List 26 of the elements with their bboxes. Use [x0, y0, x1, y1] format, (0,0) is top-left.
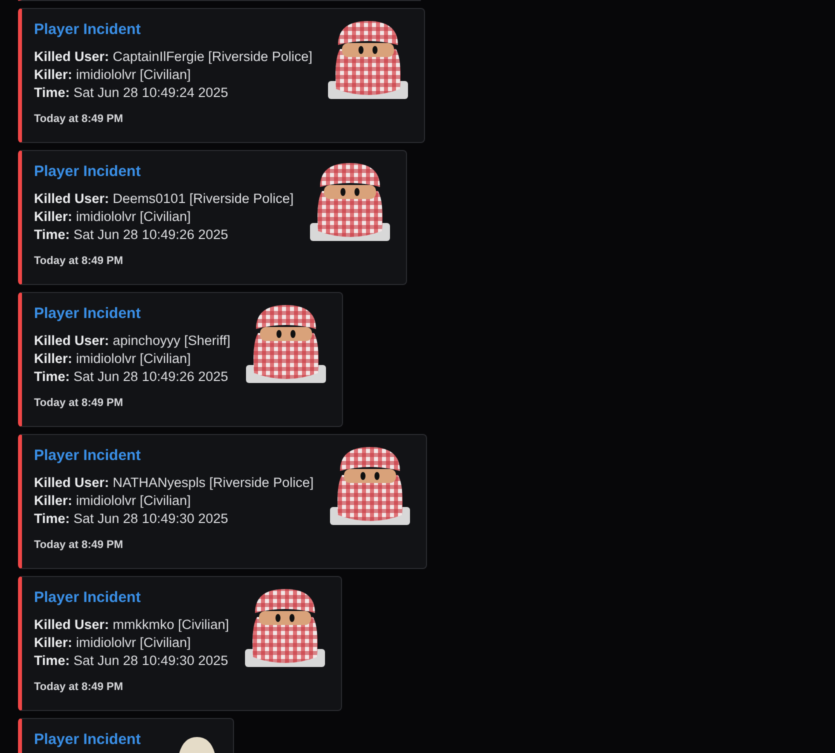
field-line: Time: Sat Jun 28 10:49:30 2025: [34, 652, 230, 670]
field-line: Killer: imidiololvr [Civilian]: [34, 66, 192, 84]
field-line: Time: Sat Jun 28 10:49:26 2025: [34, 226, 230, 244]
embed-title[interactable]: Player Incident: [34, 446, 314, 466]
embed-title[interactable]: Player Incident: [34, 20, 312, 40]
embed-timestamp: Today at 8:49 PM: [34, 538, 124, 552]
field-line: Killer: imidiololvr [Civilian]: [34, 634, 192, 652]
embed-title[interactable]: Player Incident: [34, 304, 230, 324]
field-line: Killed User: CaptainIlFergie [Riverside Police]: [34, 48, 312, 66]
field-line: Killer: imidiololvr [Civilian]: [34, 208, 192, 226]
field-line: Killed User: Deems0101 [Riverside Police]: [34, 190, 294, 208]
embed-title[interactable]: Player Incident: [34, 730, 141, 750]
embed-timestamp: Today at 8:49 PM: [34, 254, 124, 268]
embed-timestamp: Today at 8:49 PM: [34, 396, 124, 410]
field-line: Time: Sat Jun 28 10:49:26 2025: [34, 368, 230, 386]
field-line: Killer: imidiololvr [Civilian]: [34, 350, 192, 368]
field-line: Killed User: NATHANyespls [Riverside Police]: [34, 474, 314, 492]
field-line: Killed User: mmkkmko [Civilian]: [34, 616, 230, 634]
embed-timestamp: Today at 8:49 PM: [34, 680, 124, 694]
field-line: Time: Sat Jun 28 10:49:30 2025: [34, 510, 230, 528]
embed-title[interactable]: Player Incident: [34, 162, 294, 182]
embed-title[interactable]: Player Incident: [34, 588, 230, 608]
field-line: Killer: imidiololvr [Civilian]: [34, 492, 192, 510]
field-line: Time: Sat Jun 28 10:49:24 2025: [34, 84, 230, 102]
embed-timestamp: Today at 8:49 PM: [34, 112, 124, 126]
field-line: Killed User: apinchoyyy [Sheriff]: [34, 332, 230, 350]
